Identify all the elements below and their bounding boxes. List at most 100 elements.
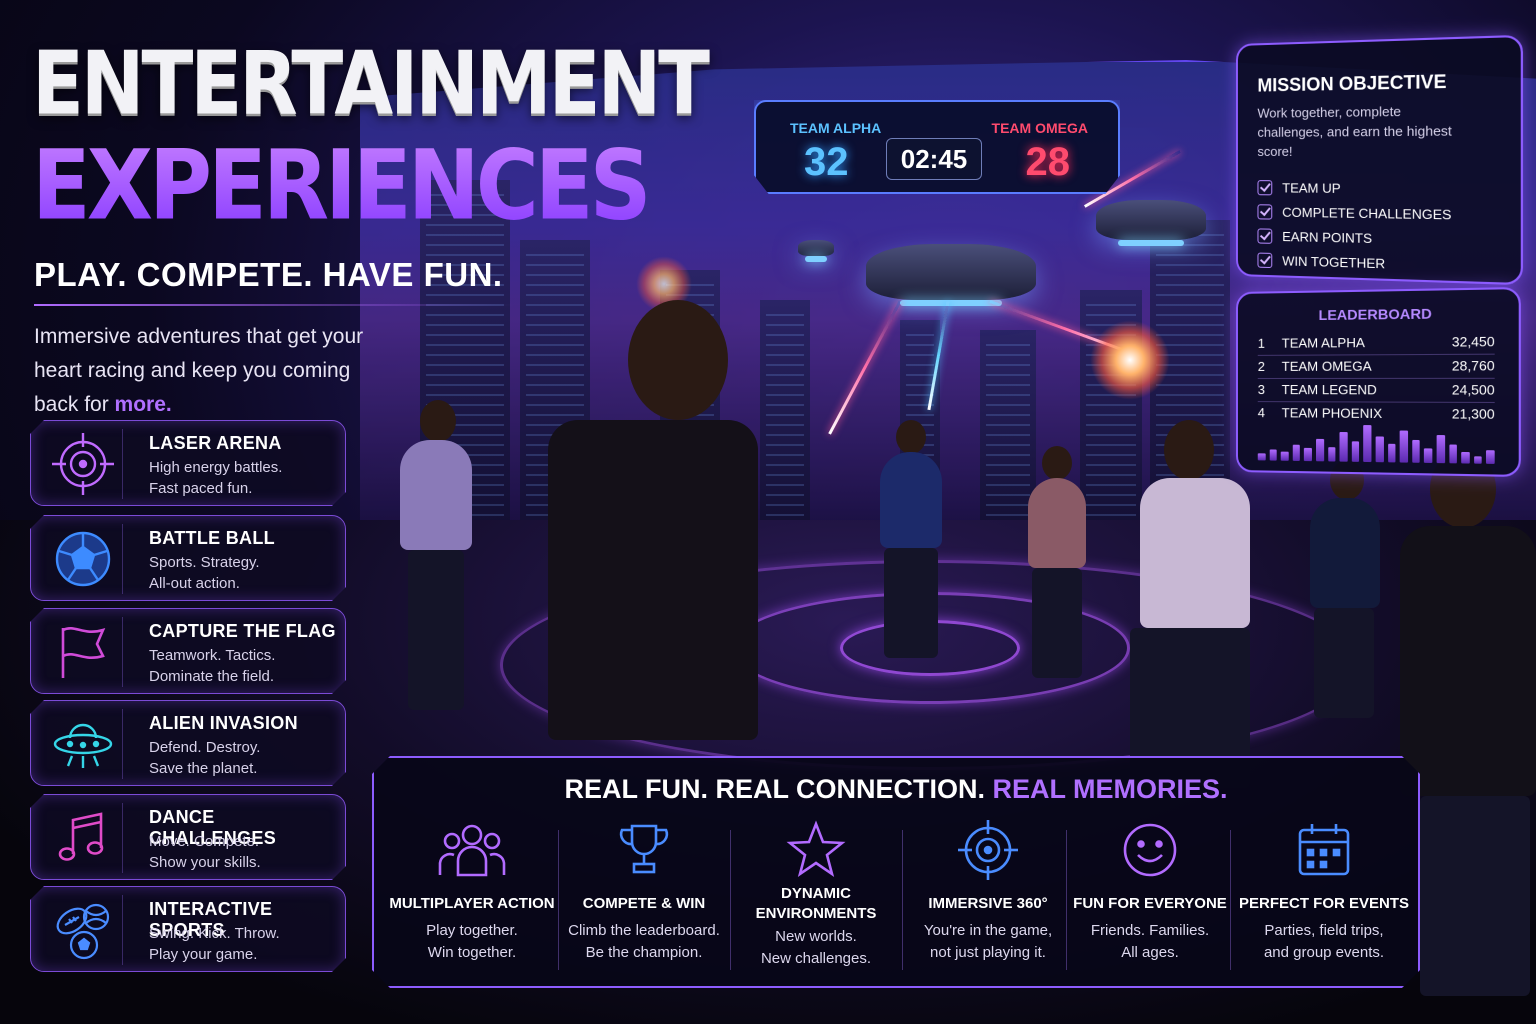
feature-desc: All ages. [1121,944,1179,961]
feature-desc: Friends. Families. [1090,922,1210,939]
leaderboard-rank: 3 [1257,382,1265,398]
leaderboard-divider [1257,353,1495,356]
feature-desc: Be the champion. [585,944,703,961]
experience-desc: High energy battles. [149,459,283,476]
leaderboard-team: TEAM LEGEND [1281,382,1377,398]
experience-desc: Dominate the field. [149,668,275,685]
experience-card-laser-arena[interactable]: LASER ARENA High energy battles. Fast pa… [30,420,346,506]
hero-title-line1: ENTERTAINMENT [32,31,710,135]
trophy-icon [558,820,730,880]
features-panel: REAL FUN. REAL CONNECTION. REAL MEMORIES… [372,756,1420,988]
feature-dynamic-environments: DYNAMIC ENVIRONMENTS New worlds. New cha… [730,820,902,976]
checkbox-checked-icon [1257,252,1273,269]
leaderboard-points: 21,300 [1451,405,1495,422]
music-note-icon [43,803,123,873]
feature-desc: Win together. [427,944,517,961]
target-icon [902,820,1074,880]
experience-desc: Teamwork. Tactics. [149,647,276,664]
ufo-icon [43,709,123,779]
feature-title: FUN FOR EVERYONE [1073,895,1227,912]
leaderboard-divider [1257,401,1495,404]
team-b-name: TEAM OMEGA [991,120,1088,136]
team-b-score: 28 [1025,140,1071,184]
leaderboard-points: 28,760 [1451,357,1495,374]
mission-item-label: WIN TOGETHER [1282,253,1386,272]
experience-title: BATTLE BALL [149,528,275,548]
mission-title: MISSION OBJECTIVE [1257,71,1447,96]
hero-intro: Immersive adventures that get your heart… [34,320,364,422]
hero-intro-text: Immersive adventures that get your heart… [34,325,364,416]
team-a-name: TEAM ALPHA [790,120,882,136]
sports-balls-icon [43,895,123,965]
features-headline-text: REAL FUN. REAL CONNECTION. [564,774,985,804]
mission-objective-panel: MISSION OBJECTIVE Work together, complet… [1236,34,1523,286]
experience-card-battle-ball[interactable]: BATTLE BALL Sports. Strategy. All-out ac… [30,515,346,601]
hero-tagline: PLAY. COMPETE. HAVE FUN. [34,256,503,293]
mission-text: Work together, complete challenges, and … [1257,103,1452,159]
experience-desc: Defend. Destroy. [149,739,261,756]
leaderboard-rank: 2 [1257,358,1265,374]
experience-card-dance-challenges[interactable]: DANCE CHALLENGES Move. Compete. Show you… [30,794,346,880]
leaderboard-team: TEAM OMEGA [1281,358,1372,374]
feature-perfect-for-events: PERFECT FOR EVENTS Parties, field trips,… [1238,820,1410,976]
checkbox-checked-icon [1257,228,1273,244]
city-building [760,300,810,540]
feature-title: MULTIPLAYER ACTION [389,895,555,912]
feature-title: PERFECT FOR EVENTS [1238,895,1410,912]
experience-desc: Show your skills. [149,854,261,871]
mission-item: COMPLETE CHALLENGES [1257,204,1451,223]
group-icon [386,820,558,880]
feature-desc: Climb the leaderboard. [568,922,720,939]
mission-item-label: EARN POINTS [1282,228,1373,247]
experience-card-alien-invasion[interactable]: ALIEN INVASION Defend. Destroy. Save the… [30,700,346,786]
feature-desc: not just playing it. [930,944,1046,961]
leaderboard-row: 3 TEAM LEGEND 24,500 [1258,382,1495,403]
leaderboard-points: 32,450 [1451,333,1495,350]
soccer-ball-icon [43,524,123,594]
leaderboard-rank: 4 [1257,405,1265,421]
team-a-score: 32 [804,140,849,184]
scoreboard: TEAM ALPHA 32 02:45 TEAM OMEGA 28 [754,100,1120,194]
hero-title-line2: EXPERIENCES [32,130,652,243]
experience-desc: Sports. Strategy. [149,554,260,571]
feature-desc: Play together. [426,922,518,939]
feature-multiplayer-action: MULTIPLAYER ACTION Play together. Win to… [386,820,558,976]
feature-fun-for-everyone: FUN FOR EVERYONE Friends. Families. All … [1064,820,1236,976]
mission-item: WIN TOGETHER [1257,252,1386,272]
feature-compete-and-win: COMPETE & WIN Climb the leaderboard. Be … [558,820,730,976]
match-timer: 02:45 [886,138,982,180]
feature-desc: New challenges. [760,950,872,967]
experience-card-interactive-sports[interactable]: INTERACTIVE SPORTS Swing. Kick. Throw. P… [30,886,346,972]
leaderboard-team: TEAM PHOENIX [1281,405,1383,422]
leaderboard-points: 24,500 [1451,382,1495,398]
feature-desc: Parties, field trips, [1264,922,1384,939]
feature-desc: and group events. [1263,944,1385,961]
experience-desc: Move. Compete. [149,833,260,850]
feature-title: DYNAMIC ENVIRONMENTS [755,885,877,922]
leaderboard-rank: 1 [1257,335,1265,351]
explosion [1090,320,1170,400]
experience-title: ALIEN INVASION [149,713,298,733]
spaceship [1096,200,1206,246]
leaderboard-panel: LEADERBOARD 1 TEAM ALPHA 32,450 2 TEAM O… [1236,286,1521,478]
experience-card-capture-the-flag[interactable]: CAPTURE THE FLAG Teamwork. Tactics. Domi… [30,608,346,694]
feature-desc: You're in the game, [923,922,1053,939]
mission-item: TEAM UP [1257,180,1341,196]
mission-item: EARN POINTS [1257,228,1372,246]
features-headline: REAL FUN. REAL CONNECTION. REAL MEMORIES… [374,774,1418,805]
flag-icon [43,617,123,687]
leaderboard-title: LEADERBOARD [1318,305,1432,324]
experience-title: CAPTURE THE FLAG [149,621,336,641]
spaceship [798,240,834,262]
experience-desc: All-out action. [149,575,240,592]
hero-intro-highlight: more. [114,393,172,416]
experience-desc: Swing. Kick. Throw. [149,925,280,942]
checkbox-checked-icon [1257,180,1273,196]
star-icon [730,820,902,880]
hero-divider [34,304,514,306]
smiley-icon [1064,820,1236,880]
experience-desc: Play your game. [149,946,258,963]
experience-title: LASER ARENA [149,433,282,453]
feature-immersive-360: IMMERSIVE 360° You're in the game, not j… [902,820,1074,976]
feature-desc: New worlds. [775,928,857,945]
